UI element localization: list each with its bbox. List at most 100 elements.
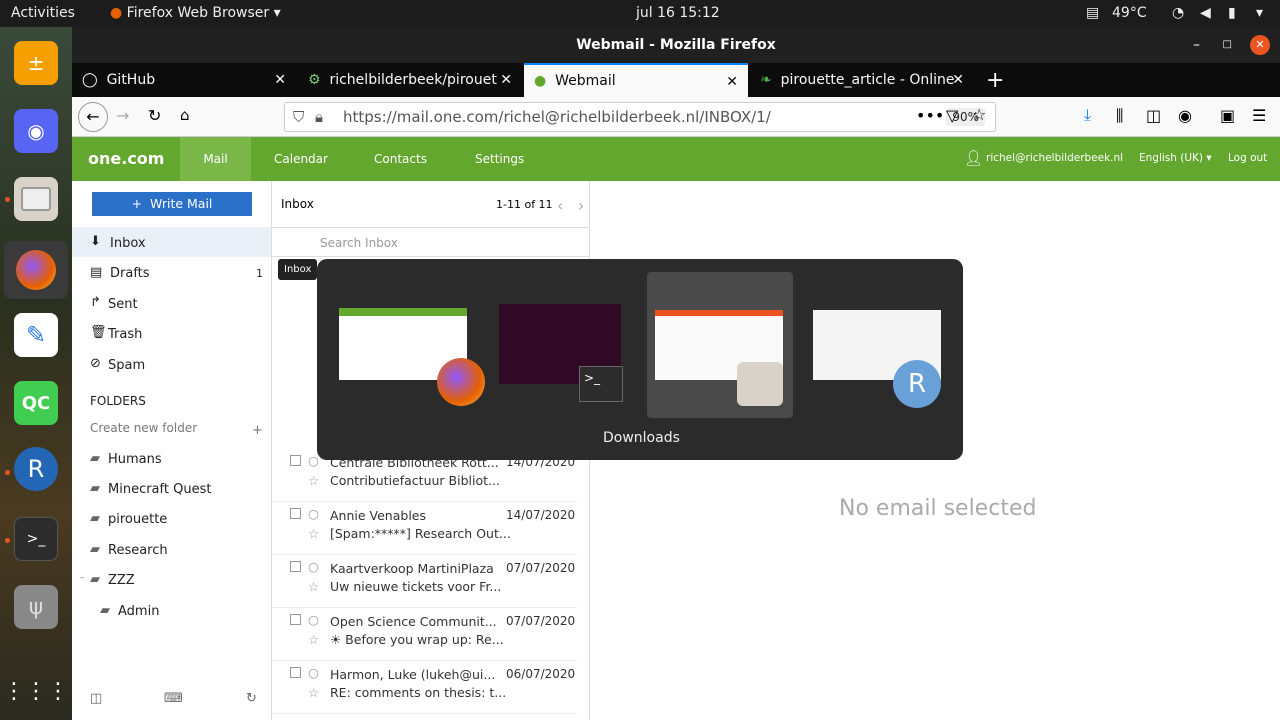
bookmark-star-icon[interactable]: ☆	[972, 105, 986, 124]
switcher-terminal[interactable]: >_	[493, 272, 639, 418]
search-input[interactable]: Search Inbox	[272, 227, 590, 257]
keyboard-icon[interactable]: ⌨	[164, 691, 183, 706]
folder-research[interactable]: Research	[108, 543, 168, 558]
refresh-icon[interactable]: ↻	[246, 691, 257, 706]
tab-overleaf[interactable]: ❧ pirouette_article - Online ✕	[750, 63, 974, 97]
star-icon[interactable]: ☆	[308, 473, 319, 488]
url-bar[interactable]: ⛉ 🔒︎ https://mail.one.com/richel@richelb…	[284, 102, 996, 132]
unread-dot-icon[interactable]: ○	[308, 559, 319, 574]
close-tab-icon[interactable]: ✕	[726, 74, 738, 90]
extensions-icon[interactable]: ▣	[1220, 106, 1235, 125]
minimize-icon[interactable]: –	[1193, 27, 1200, 63]
menu-icon[interactable]: ☰	[1252, 106, 1266, 125]
shield-icon[interactable]: ⛉	[293, 103, 304, 131]
unread-dot-icon[interactable]: ○	[308, 612, 319, 627]
nav-mail[interactable]: Mail	[180, 137, 251, 181]
switcher-firefox[interactable]	[335, 272, 485, 418]
volume-icon[interactable]: ◀	[1200, 5, 1211, 21]
folder-admin[interactable]: Admin	[118, 604, 159, 619]
firefox-dock-icon[interactable]	[4, 241, 68, 299]
text-editor-icon[interactable]: ✎	[14, 313, 58, 357]
activities-button[interactable]: Activities	[11, 5, 75, 21]
prev-page-icon[interactable]: ‹	[557, 196, 563, 215]
language-select[interactable]: English (UK) ▾	[1139, 152, 1212, 164]
discord-icon[interactable]: ◉	[14, 109, 58, 153]
unread-dot-icon[interactable]: ○	[308, 665, 319, 680]
star-icon[interactable]: ☆	[308, 579, 319, 594]
switcher-rstudio[interactable]: R	[809, 272, 955, 418]
tab-webmail[interactable]: ● Webmail ✕	[524, 63, 748, 97]
switcher-files[interactable]	[647, 272, 793, 418]
close-window-icon[interactable]: ✕	[1250, 35, 1270, 55]
battery-icon[interactable]: ▮	[1228, 5, 1236, 21]
mail-row[interactable]: ○ ☆ Annie Venables 14/07/2020 [Spam:*****] R…	[272, 502, 577, 555]
power-menu-icon[interactable]: ▾	[1256, 5, 1263, 21]
unread-dot-icon[interactable]: ○	[308, 506, 319, 521]
mail-row[interactable]: ○ ☆ Kaartverkoop MartiniPlaza 07/07/2020 Uw …	[272, 555, 577, 608]
star-icon[interactable]: ☆	[308, 632, 319, 647]
user-email[interactable]: richel@richelbilderbeek.nl	[986, 152, 1123, 164]
folder-trash[interactable]: Trash	[108, 327, 142, 342]
qtcreator-icon[interactable]: QC	[14, 381, 58, 425]
layout-icon[interactable]: ◫	[90, 691, 102, 706]
pocket-icon[interactable]: ▽	[946, 106, 958, 125]
close-tab-icon[interactable]: ✕	[500, 72, 512, 88]
rstudio-icon[interactable]: R	[14, 447, 58, 491]
collapse-icon[interactable]: –	[80, 573, 85, 583]
usb-drive-icon[interactable]: ψ	[14, 585, 58, 629]
tab-favicon-icon: ⚙	[308, 72, 321, 88]
tab-pirouette-github[interactable]: ⚙ richelbilderbeek/pirouet ✕	[298, 63, 522, 97]
unread-dot-icon[interactable]: ○	[308, 453, 319, 468]
show-apps-icon[interactable]: ⋮⋮⋮	[3, 669, 69, 713]
folder-inbox[interactable]	[72, 227, 271, 257]
maximize-icon[interactable]: □	[1223, 27, 1232, 63]
close-tab-icon[interactable]: ✕	[274, 72, 286, 88]
close-tab-icon[interactable]: ✕	[952, 72, 964, 88]
files-icon[interactable]	[14, 177, 58, 221]
folder-sent[interactable]: Sent	[108, 297, 138, 312]
page-actions-icon[interactable]: •••	[916, 106, 944, 125]
calculator-icon[interactable]: ±	[14, 41, 58, 85]
folder-drafts[interactable]: Drafts	[110, 266, 150, 281]
wifi-icon[interactable]: ◔	[1172, 5, 1184, 21]
mail-row[interactable]: ○ ☆ Harmon, Luke (lukeh@ui... 06/07/2020 RE:…	[272, 661, 577, 714]
star-icon[interactable]: ☆	[308, 685, 319, 700]
next-page-icon[interactable]: ›	[578, 196, 584, 215]
row-checkbox[interactable]	[290, 455, 301, 466]
folder-minecraft[interactable]: Minecraft Quest	[108, 482, 211, 497]
app-menu[interactable]: ● Firefox Web Browser ▾	[110, 5, 281, 21]
home-icon[interactable]: ⌂	[180, 106, 190, 124]
downloads-icon[interactable]: ⤓	[1084, 105, 1091, 125]
row-checkbox[interactable]	[290, 614, 301, 625]
clock[interactable]: jul 16 15:12	[636, 5, 720, 21]
add-folder-icon[interactable]: +	[252, 423, 263, 438]
logout-link[interactable]: Log out	[1228, 152, 1267, 164]
reload-icon[interactable]: ↻	[148, 106, 161, 125]
star-icon[interactable]: ☆	[308, 526, 319, 541]
row-checkbox[interactable]	[290, 508, 301, 519]
mail-sender: Open Science Communit...	[330, 614, 497, 629]
nav-settings[interactable]: Settings	[475, 152, 524, 166]
sidebar-icon[interactable]: ◫	[1146, 106, 1161, 125]
back-icon[interactable]: ←	[78, 102, 108, 132]
row-checkbox[interactable]	[290, 561, 301, 572]
mail-row[interactable]: ○ ☆ Open Science Communit... 07/07/2020 ☀ Be…	[272, 608, 577, 661]
library-icon[interactable]: ⫼	[1116, 106, 1123, 126]
terminal-icon[interactable]: >_	[14, 517, 58, 561]
folder-spam[interactable]: Spam	[108, 358, 145, 373]
folder-zzz[interactable]: ZZZ	[108, 573, 135, 588]
nav-contacts[interactable]: Contacts	[374, 152, 427, 166]
new-tab-button[interactable]: +	[976, 63, 1004, 97]
folder-pirouette[interactable]: pirouette	[108, 512, 167, 527]
lock-icon[interactable]: 🔒︎	[315, 103, 323, 131]
forward-icon[interactable]: →	[116, 106, 129, 125]
folder-humans[interactable]: Humans	[108, 452, 162, 467]
create-folder-link[interactable]: Create new folder	[90, 421, 197, 435]
row-checkbox[interactable]	[290, 667, 301, 678]
account-icon[interactable]: ◉	[1178, 106, 1192, 125]
tab-github[interactable]: ◯ GitHub ✕	[72, 63, 296, 97]
nav-calendar[interactable]: Calendar	[274, 152, 328, 166]
write-mail-button[interactable]: + Write Mail	[92, 192, 252, 216]
onecom-logo[interactable]: one.com	[88, 149, 164, 168]
temperature[interactable]: 49°C	[1112, 5, 1147, 21]
